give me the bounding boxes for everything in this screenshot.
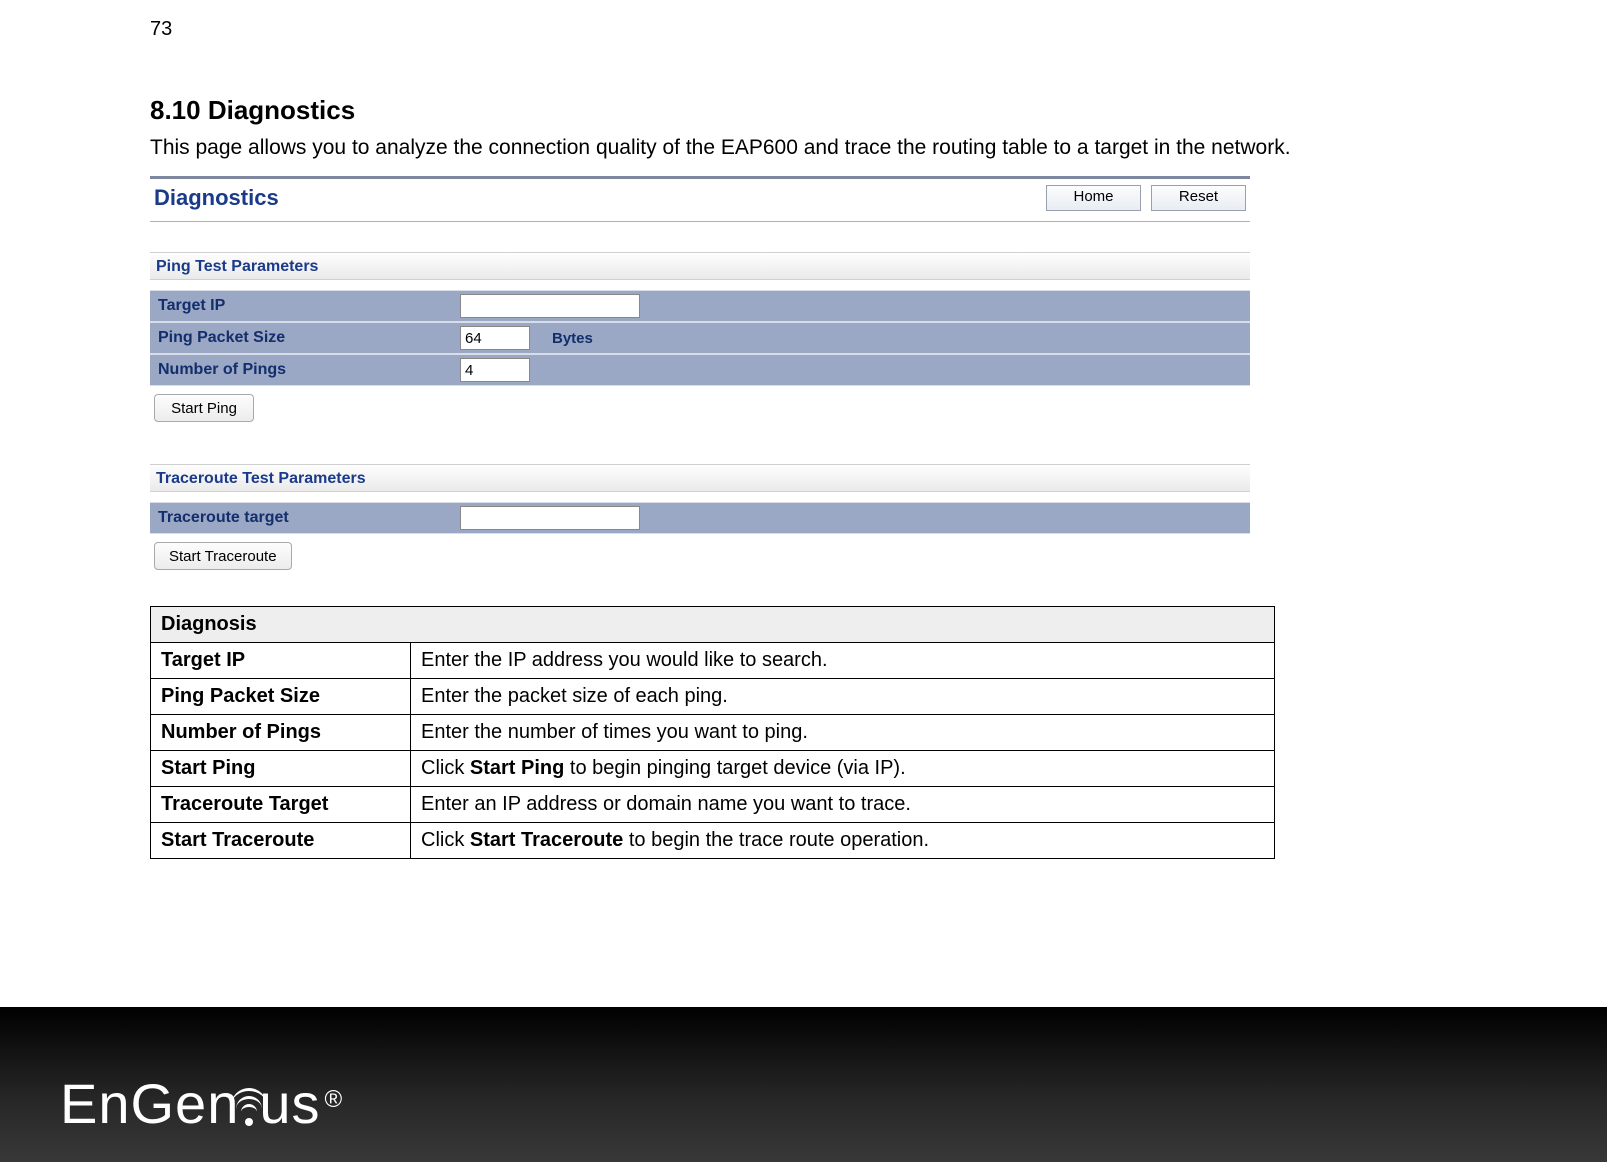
start-ping-button[interactable]: Start Ping	[154, 394, 254, 422]
reset-button[interactable]: Reset	[1151, 185, 1246, 211]
packet-size-label: Ping Packet Size	[150, 329, 460, 347]
content-area: 8.10 Diagnostics This page allows you to…	[150, 95, 1470, 859]
row-key: Traceroute Target	[151, 787, 411, 823]
logo-text-pre: EnGen	[60, 1071, 239, 1136]
table-row: Number of Pings Enter the number of time…	[151, 715, 1275, 751]
table-row: Start Ping Click Start Ping to begin pin…	[151, 751, 1275, 787]
row-desc: Enter the IP address you would like to s…	[411, 643, 1275, 679]
traceroute-section-label: Traceroute Test Parameters	[150, 464, 1250, 492]
row-desc: Enter the number of times you want to pi…	[411, 715, 1275, 751]
row-desc: Enter the packet size of each ping.	[411, 679, 1275, 715]
registered-icon: ®	[325, 1086, 343, 1114]
start-traceroute-button[interactable]: Start Traceroute	[154, 542, 292, 570]
target-ip-input[interactable]	[460, 294, 640, 318]
target-ip-label: Target IP	[150, 297, 460, 315]
row-key: Start Ping	[151, 751, 411, 787]
packet-size-input[interactable]	[460, 326, 530, 350]
num-pings-input[interactable]	[460, 358, 530, 382]
wifi-icon	[239, 1066, 259, 1136]
screenshot-header: Diagnostics Home Reset	[150, 179, 1250, 222]
ping-section-label: Ping Test Parameters	[150, 252, 1250, 280]
page-number: 73	[150, 18, 172, 41]
home-button[interactable]: Home	[1046, 185, 1141, 211]
row-key: Ping Packet Size	[151, 679, 411, 715]
section-title: 8.10 Diagnostics	[150, 95, 1470, 126]
diagnostics-screenshot: Diagnostics Home Reset Ping Test Paramet…	[150, 176, 1250, 570]
traceroute-target-row: Traceroute target	[150, 502, 1250, 534]
target-ip-row: Target IP	[150, 290, 1250, 322]
row-desc: Click Start Ping to begin pinging target…	[411, 751, 1275, 787]
table-row: Start Traceroute Click Start Traceroute …	[151, 823, 1275, 859]
table-row: Traceroute Target Enter an IP address or…	[151, 787, 1275, 823]
section-intro: This page allows you to analyze the conn…	[150, 134, 1470, 162]
table-row: Target IP Enter the IP address you would…	[151, 643, 1275, 679]
num-pings-label: Number of Pings	[150, 361, 460, 379]
bytes-label: Bytes	[552, 330, 593, 347]
logo-text-post: us	[259, 1071, 320, 1136]
traceroute-target-label: Traceroute target	[150, 509, 460, 527]
row-desc: Click Start Traceroute to begin the trac…	[411, 823, 1275, 859]
row-key: Number of Pings	[151, 715, 411, 751]
row-key: Target IP	[151, 643, 411, 679]
table-header: Diagnosis	[151, 607, 1275, 643]
row-key: Start Traceroute	[151, 823, 411, 859]
screenshot-title: Diagnostics	[154, 185, 279, 211]
packet-size-row: Ping Packet Size Bytes	[150, 322, 1250, 354]
num-pings-row: Number of Pings	[150, 354, 1250, 386]
header-buttons: Home Reset	[1046, 185, 1246, 211]
diagnosis-table: Diagnosis Target IP Enter the IP address…	[150, 606, 1275, 859]
table-row: Ping Packet Size Enter the packet size o…	[151, 679, 1275, 715]
footer: EnGen us ®	[0, 1007, 1607, 1162]
engenius-logo: EnGen us ®	[60, 1058, 342, 1136]
traceroute-target-input[interactable]	[460, 506, 640, 530]
row-desc: Enter an IP address or domain name you w…	[411, 787, 1275, 823]
